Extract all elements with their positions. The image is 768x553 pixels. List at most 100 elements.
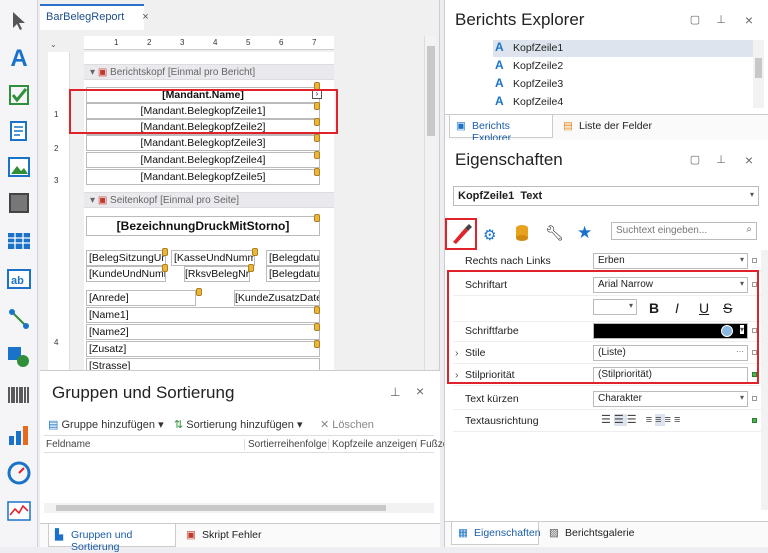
svg-text:ab: ab <box>11 275 24 287</box>
close-icon[interactable]: × <box>743 153 755 167</box>
close-icon[interactable]: × <box>416 383 424 399</box>
toolbox: A ab <box>0 0 38 547</box>
explorer-icon: ▣ <box>456 120 466 132</box>
align-bottom-icon[interactable]: ☰ <box>627 414 640 426</box>
pin-icon[interactable]: ⊥ <box>715 154 727 166</box>
field-anrede[interactable]: [Anrede] <box>86 290 196 306</box>
close-icon[interactable]: × <box>142 11 148 25</box>
field-kundezusatz[interactable]: [KundeZusatzDaten] <box>234 290 320 306</box>
reset-indicator <box>752 396 757 401</box>
tree-item[interactable]: A KopfZeile4 <box>493 94 755 111</box>
align-justify-icon[interactable]: ≡ <box>674 414 683 426</box>
property-search-input[interactable]: Suchtext eingeben... ⌕ <box>611 222 757 240</box>
tab-berichtsgalerie[interactable]: ▨ Berichtsgalerie <box>543 522 643 545</box>
explorer-panel: Berichts Explorer ▢ ⊥ × A KopfZeile1 A Kop… <box>444 0 768 144</box>
align-center-icon[interactable]: ≡ <box>655 414 665 426</box>
richtext-tool-icon[interactable] <box>4 116 34 146</box>
col-kopfzeile[interactable]: Kopfzeile anzeigen <box>328 439 417 450</box>
explorer-scrollbar[interactable] <box>753 40 764 108</box>
ruler-tick: 5 <box>246 38 251 47</box>
tab-berichts-explorer[interactable]: ▣ Berichts Explorer <box>449 115 553 144</box>
trim-select[interactable]: Charakter ▾ <box>593 391 748 407</box>
properties-highlight <box>447 270 759 384</box>
field-kasse[interactable]: [KasseUndNummer] <box>171 250 255 266</box>
delete-button[interactable]: ✕ Löschen <box>320 418 374 431</box>
component-selector[interactable]: KopfZeile1 Text ▾ <box>453 186 759 206</box>
picture-tool-icon[interactable] <box>4 152 34 182</box>
rtl-select[interactable]: Erben ▾ <box>593 253 748 269</box>
ruler-tick: 7 <box>312 38 317 47</box>
field-kopfzeile3[interactable]: [Mandant.BelegkopfZeile3] <box>86 135 320 151</box>
prop-row-trim: Text kürzen Charakter ▾ <box>453 388 761 410</box>
delete-label: Löschen <box>332 419 374 431</box>
selected-type: Text <box>520 190 543 202</box>
field-belegdatum[interactable]: [Belegdatum <box>266 250 320 266</box>
favorites-star-icon[interactable]: ★ <box>577 223 592 243</box>
tab-label: Gruppen und Sortierung <box>71 529 133 553</box>
tree-item[interactable]: A KopfZeile2 <box>493 58 755 75</box>
table-tool-icon[interactable] <box>4 226 34 256</box>
panel-tool-icon[interactable] <box>4 188 34 218</box>
align-middle-icon[interactable]: ☰ <box>613 414 627 426</box>
tree-item[interactable]: A KopfZeile3 <box>493 76 755 93</box>
behavior-gear-icon[interactable]: ⚙ <box>483 226 496 244</box>
groups-tabbar: ▙ Gruppen und Sortierung ▣ Skript Fehler <box>40 523 440 553</box>
field-kunde[interactable]: [KundeUndNumme <box>86 266 166 282</box>
pin-icon[interactable]: ⊥ <box>715 14 727 26</box>
checkbox-tool-icon[interactable] <box>4 80 34 110</box>
close-icon[interactable]: × <box>743 13 755 27</box>
vertical-scrollbar[interactable] <box>424 36 436 370</box>
text-tool-icon[interactable]: A <box>4 44 34 74</box>
chart-tool-icon[interactable] <box>4 420 34 450</box>
barcode-tool-icon[interactable] <box>4 380 34 410</box>
col-sortierreihenfolge[interactable]: Sortierreihenfolge <box>244 439 327 450</box>
properties-scrollbar[interactable] <box>761 250 768 510</box>
tab-skript-fehler[interactable]: ▣ Skript Fehler <box>180 524 270 547</box>
tab-liste-felder[interactable]: ▤ Liste der Felder <box>557 115 657 138</box>
field-name1[interactable]: [Name1] <box>86 307 320 323</box>
dropdown-icon[interactable]: ▢ <box>689 14 701 26</box>
field-belegdatum-2[interactable]: [Belegdatum <box>266 266 320 282</box>
shape-tool-icon[interactable] <box>4 342 34 372</box>
add-sort-label: Sortierung hinzufügen <box>186 419 294 431</box>
tab-eigenschaften[interactable]: ▦ Eigenschaften <box>451 522 541 545</box>
data-cylinder-icon[interactable] <box>515 224 529 245</box>
gauge-tool-icon[interactable] <box>4 458 34 488</box>
horizontal-scrollbar[interactable] <box>44 503 434 513</box>
add-group-button[interactable]: ▤ Gruppe hinzufügen ▾ <box>48 418 164 431</box>
field-kopfzeile4[interactable]: [Mandant.BelegkopfZeile4] <box>86 152 320 168</box>
label-tool-icon[interactable]: ab <box>4 264 34 294</box>
tree-item-label: KopfZeile3 <box>513 78 564 90</box>
align-left-icon[interactable]: ≡ <box>646 414 655 426</box>
group-sort-icon: ▙ <box>55 529 64 541</box>
pointer-icon[interactable] <box>4 6 34 36</box>
expression-icon <box>162 248 168 256</box>
ruler-tick: 4 <box>213 38 218 47</box>
text-icon: A <box>495 94 504 108</box>
prop-label: Textausrichtung <box>465 415 539 427</box>
expression-icon <box>314 340 320 348</box>
band-report-header[interactable]: ▾ ▣ Berichtskopf [Einmal pro Bericht] <box>84 64 334 80</box>
properties-panel: Eigenschaften ▢ ⊥ × KopfZeile1 Text ▾ ⚙ … <box>444 140 768 547</box>
field-kopfzeile5[interactable]: [Mandant.BelegkopfZeile5] <box>86 169 320 185</box>
sparkline-tool-icon[interactable] <box>4 496 34 526</box>
dropdown-icon[interactable]: ▢ <box>689 154 701 166</box>
field-zusatz[interactable]: [Zusatz] <box>86 341 320 357</box>
col-feldname[interactable]: Feldname <box>46 439 90 450</box>
pin-icon[interactable]: ⊥ <box>390 385 400 399</box>
appearance-tab-button[interactable] <box>445 218 477 250</box>
field-belegsitzung[interactable]: [BelegSitzungUnd <box>86 250 166 266</box>
field-bezeichnung[interactable]: [BezeichnungDruckMitStorno] <box>86 216 320 236</box>
add-sort-button[interactable]: ⇅ Sortierung hinzufügen ▾ <box>174 418 303 431</box>
band-page-header[interactable]: ▾ ▣ Seitenkopf [Einmal pro Seite] <box>84 192 334 208</box>
field-rksv[interactable]: [RksvBelegNr] <box>184 266 250 282</box>
align-right-icon[interactable]: ≡ <box>665 414 674 426</box>
field-name2[interactable]: [Name2] <box>86 324 320 340</box>
doc-tab[interactable]: BarBelegReport × <box>40 4 149 30</box>
line-tool-icon[interactable] <box>4 304 34 334</box>
tab-gruppen[interactable]: ▙ Gruppen und Sortierung <box>48 524 176 553</box>
align-top-icon[interactable]: ☰ <box>601 414 614 426</box>
tree-item[interactable]: A KopfZeile1 <box>493 40 755 57</box>
wrench-icon[interactable]: 🔧︎ <box>545 224 564 242</box>
expression-icon <box>314 168 320 176</box>
